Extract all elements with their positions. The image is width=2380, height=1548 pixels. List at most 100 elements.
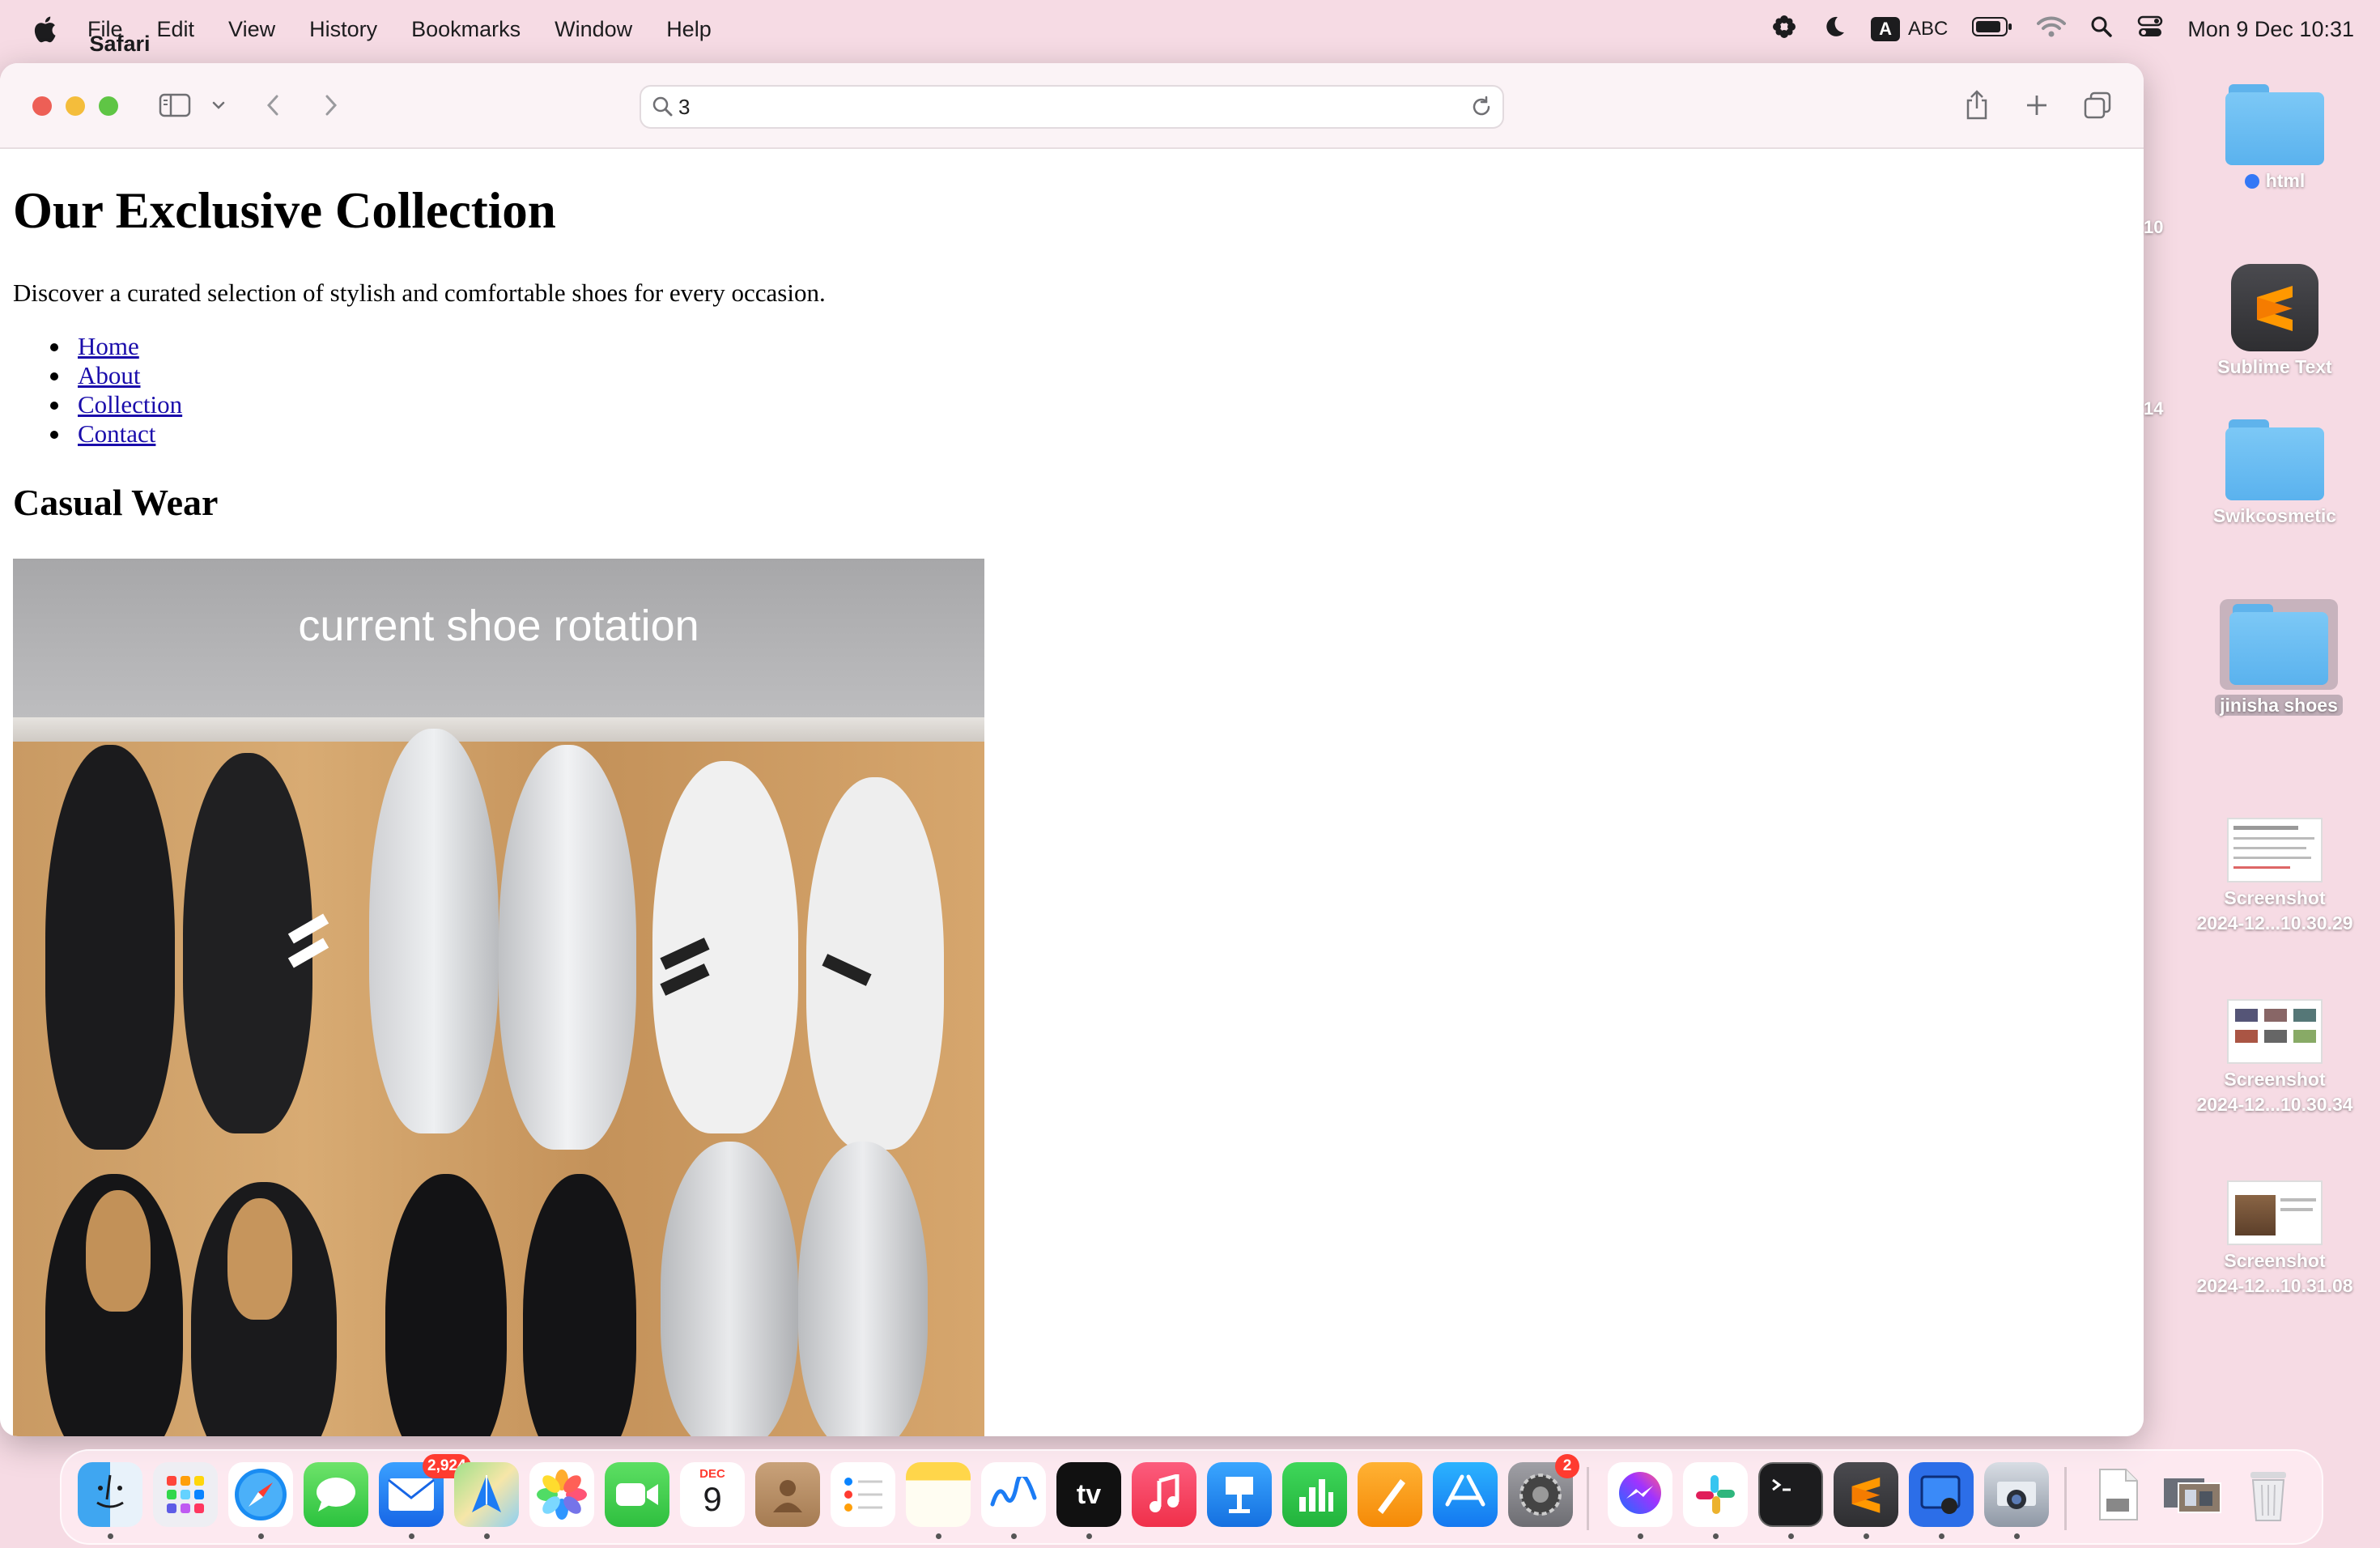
desktop-screenshot-3[interactable]: Screenshot 2024-12...10.31.08: [2194, 1180, 2356, 1299]
focus-moon-icon[interactable]: [1822, 15, 1847, 45]
page-title: Our Exclusive Collection: [13, 182, 556, 239]
desktop-screenshot-2[interactable]: Screenshot 2024-12...10.30.34: [2194, 999, 2356, 1117]
menu-window[interactable]: Window: [555, 17, 632, 42]
running-indicator: [1638, 1533, 1643, 1539]
dock-photo-stack-icon[interactable]: [2161, 1462, 2225, 1527]
dock-maps-icon[interactable]: [454, 1462, 519, 1527]
dock-messenger-icon[interactable]: [1608, 1462, 1672, 1527]
dock-sublime-text-icon[interactable]: [1834, 1462, 1898, 1527]
dock-trash-icon[interactable]: [2236, 1462, 2301, 1527]
dock-music-icon[interactable]: [1132, 1462, 1196, 1527]
menu-clock[interactable]: Mon 9 Dec 10:31: [2187, 17, 2354, 42]
close-button[interactable]: [32, 96, 52, 116]
nav-item-contact: Contact: [13, 419, 182, 449]
black-sneaker-left: [45, 745, 175, 1150]
sublime-text-icon: [2231, 264, 2318, 351]
address-text: 3: [678, 95, 691, 119]
keyboard-badge: A: [1871, 17, 1901, 41]
running-indicator: [108, 1533, 113, 1539]
blue-tag-icon: [2244, 174, 2259, 189]
dock-photos-icon[interactable]: [529, 1462, 594, 1527]
dock-messages-icon[interactable]: [304, 1462, 368, 1527]
dock-finder-icon[interactable]: [78, 1462, 142, 1527]
black-heel-left: [385, 1174, 507, 1436]
nav-link-contact[interactable]: Contact: [78, 419, 155, 448]
address-bar[interactable]: 3: [640, 85, 1504, 129]
clipped-desktop-label: 14: [2144, 398, 2164, 419]
running-indicator: [2014, 1533, 2020, 1539]
search-icon: [651, 95, 675, 123]
keyboard-input-menu[interactable]: A ABC: [1871, 17, 1948, 41]
loafer-insole: [227, 1198, 292, 1320]
dock-reminders-icon[interactable]: [831, 1462, 895, 1527]
forward-chevron-icon[interactable]: [316, 87, 345, 123]
desktop-folder-html[interactable]: html: [2194, 84, 2356, 194]
control-center-icon[interactable]: [2137, 15, 2163, 45]
dock: 2,924 DEC 9 tv 2: [60, 1449, 2323, 1545]
desktop-item-label: Sublime Text: [2217, 356, 2332, 377]
dock-keynote-icon[interactable]: [1207, 1462, 1272, 1527]
dock-document-icon[interactable]: [2085, 1462, 2150, 1527]
white-sneaker-left: [652, 761, 798, 1133]
folder-icon: [2229, 604, 2328, 685]
dock-separator: [1587, 1467, 1589, 1530]
menu-bookmarks[interactable]: Bookmarks: [411, 17, 521, 42]
dock-terminal-icon[interactable]: [1758, 1462, 1823, 1527]
wifi-icon[interactable]: [2037, 15, 2067, 44]
menu-help[interactable]: Help: [666, 17, 712, 42]
silver-sneaker-left: [369, 729, 499, 1133]
nav-item-collection: Collection: [13, 390, 182, 419]
photo-baseboard: [13, 717, 984, 742]
folder-icon: [2225, 419, 2324, 500]
dock-slack-icon[interactable]: [1683, 1462, 1748, 1527]
dock-preview-icon[interactable]: [1909, 1462, 1974, 1527]
dock-numbers-icon[interactable]: [1282, 1462, 1347, 1527]
nav-link-collection[interactable]: Collection: [78, 390, 182, 419]
running-indicator: [1086, 1533, 1092, 1539]
page-tagline: Discover a curated selection of stylish …: [13, 279, 826, 307]
reload-icon[interactable]: [1468, 94, 1494, 124]
nav-link-about[interactable]: About: [78, 361, 141, 389]
dock-safari-icon[interactable]: [228, 1462, 293, 1527]
desktop-screenshot-1[interactable]: Screenshot 2024-12...10.30.29: [2194, 818, 2356, 936]
desktop-folder-jinisha-shoes[interactable]: jinisha shoes: [2198, 599, 2360, 718]
menu-edit[interactable]: Edit: [157, 17, 195, 42]
menu-history[interactable]: History: [309, 17, 377, 42]
dock-facetime-icon[interactable]: [605, 1462, 669, 1527]
tab-overview-icon[interactable]: [2079, 87, 2116, 123]
apple-icon[interactable]: [31, 14, 58, 45]
spotlight-search-icon[interactable]: [2090, 15, 2113, 44]
desktop-app-sublime-text[interactable]: Sublime Text: [2194, 264, 2356, 380]
dock-app-store-icon[interactable]: [1433, 1462, 1498, 1527]
menu-view[interactable]: View: [228, 17, 275, 42]
nav-link-home[interactable]: Home: [78, 332, 139, 360]
fullscreen-button[interactable]: [99, 96, 118, 116]
minimize-button[interactable]: [66, 96, 85, 116]
section-title: Casual Wear: [13, 482, 219, 523]
dock-launchpad-icon[interactable]: [153, 1462, 218, 1527]
desktop-item-label: jinisha shoes: [2215, 695, 2343, 716]
desktop-folder-swikcosmetic[interactable]: Swikcosmetic: [2194, 419, 2356, 529]
dock-notes-icon[interactable]: [906, 1462, 971, 1527]
sidebar-toggle-icon[interactable]: [157, 87, 193, 123]
dock-screenshot-app-icon[interactable]: [1984, 1462, 2049, 1527]
dock-pages-icon[interactable]: [1358, 1462, 1422, 1527]
battery-icon[interactable]: [1972, 16, 2012, 43]
running-indicator: [1788, 1533, 1794, 1539]
running-indicator: [1939, 1533, 1944, 1539]
folder-icon: [2225, 84, 2324, 165]
dock-freeform-icon[interactable]: [981, 1462, 1046, 1527]
back-chevron-icon[interactable]: [259, 87, 288, 123]
running-indicator: [484, 1533, 490, 1539]
new-tab-plus-icon[interactable]: [2019, 87, 2055, 123]
nav-item-home: Home: [13, 332, 182, 361]
share-icon[interactable]: [1959, 87, 1995, 123]
window-controls: [32, 96, 118, 116]
chevron-down-icon[interactable]: [207, 87, 230, 123]
dock-calendar-icon[interactable]: DEC 9: [680, 1462, 745, 1527]
screenshot-thumbnail-icon: [2227, 1180, 2323, 1245]
control-center-flower-icon[interactable]: [1770, 13, 1798, 46]
settings-update-badge: 2: [1555, 1454, 1579, 1478]
dock-apple-tv-icon[interactable]: tv: [1056, 1462, 1121, 1527]
dock-contacts-icon[interactable]: [755, 1462, 820, 1527]
